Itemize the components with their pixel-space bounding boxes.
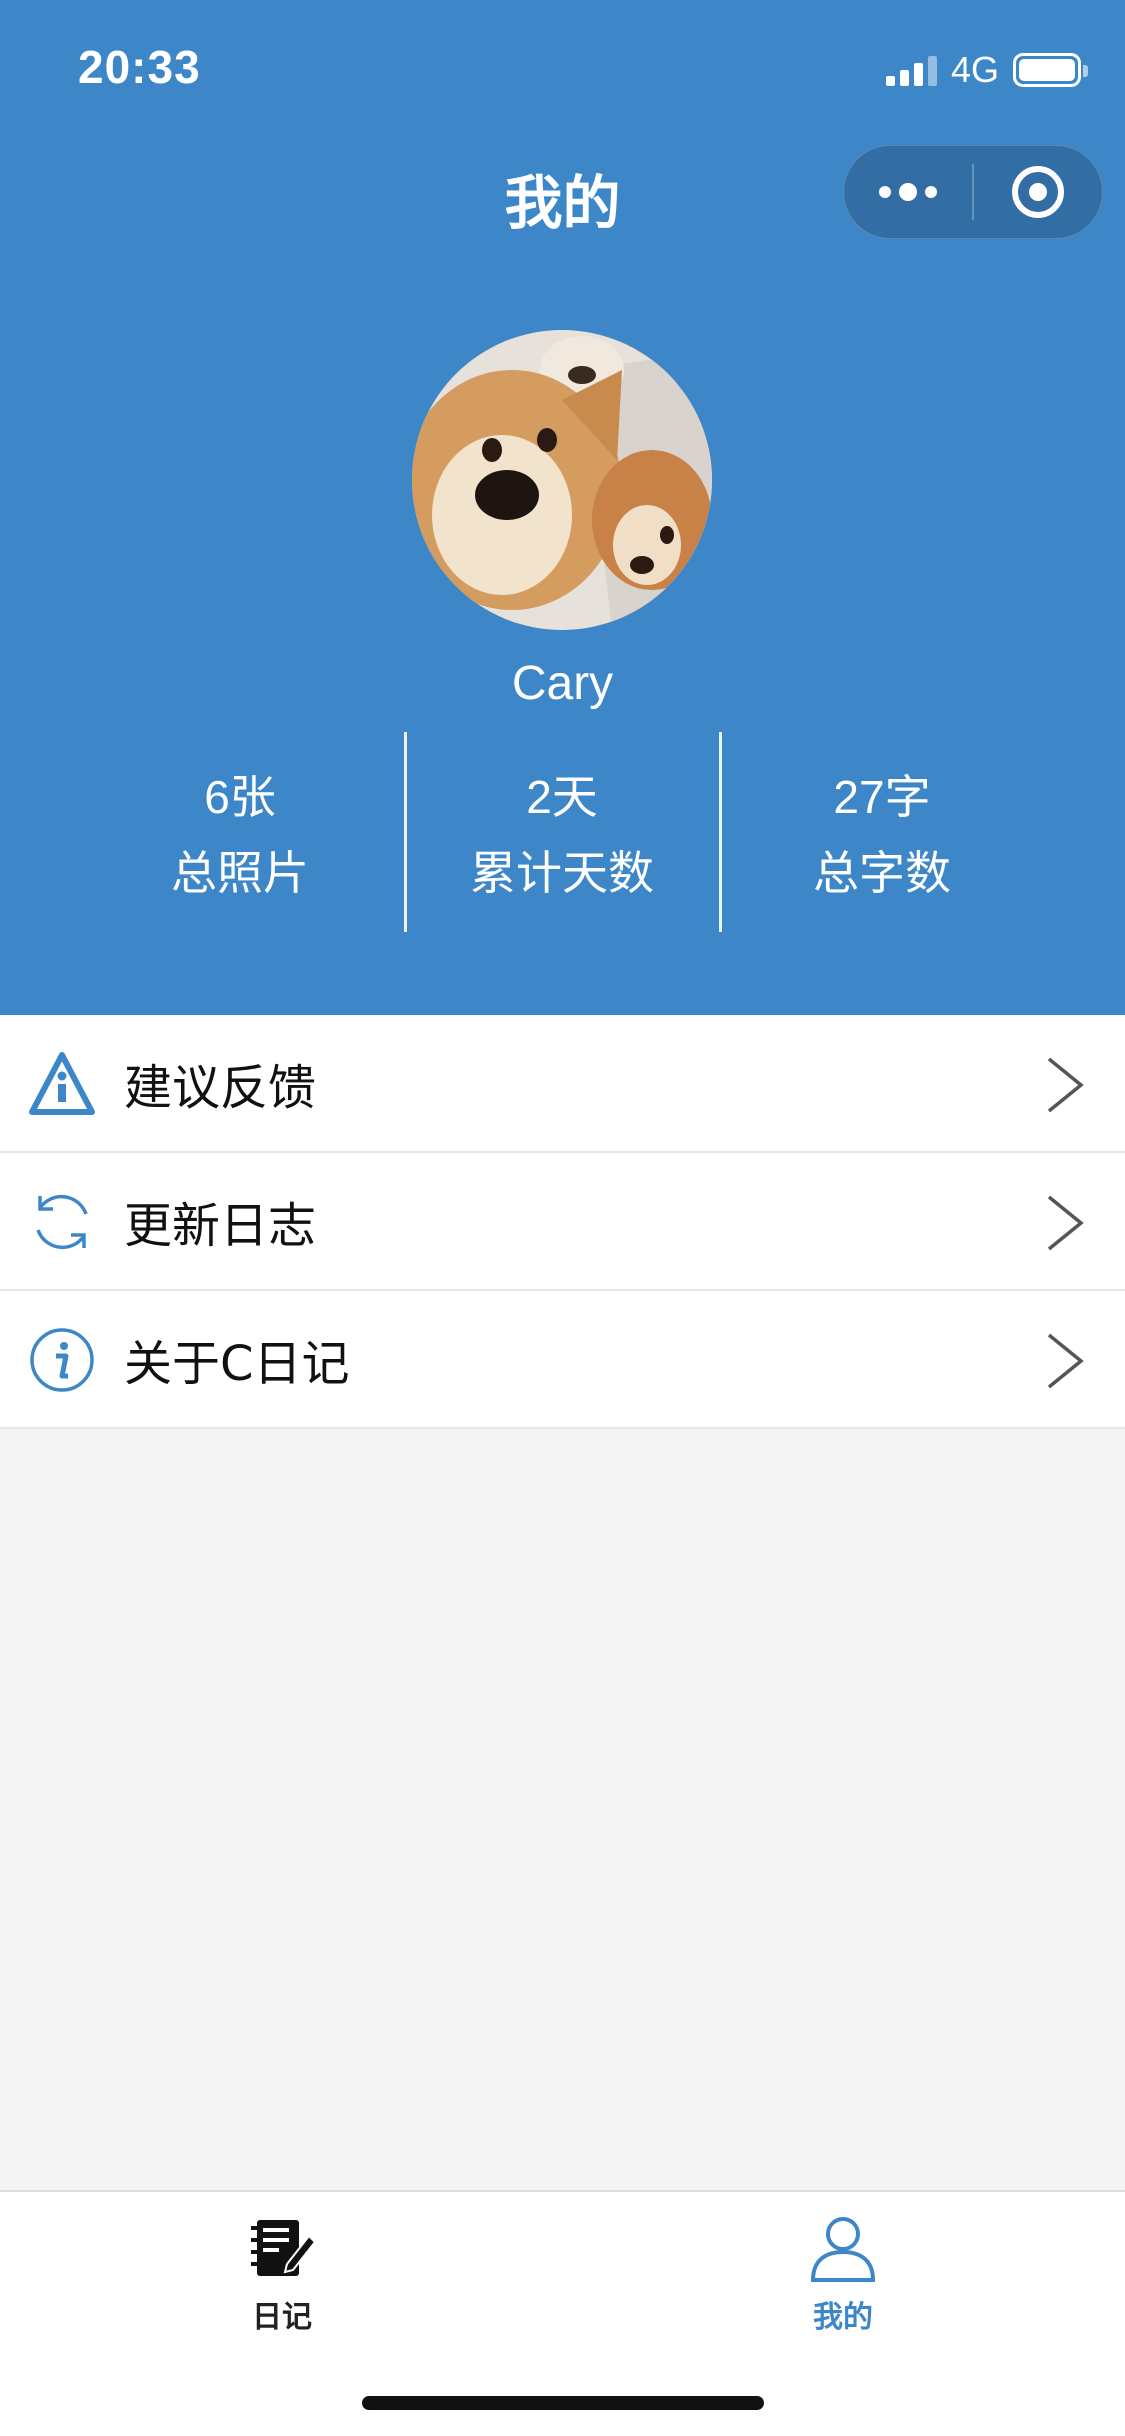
target-icon (1012, 166, 1064, 218)
more-dots-icon (879, 183, 937, 201)
menu-item-label: 关于C日记 (124, 1336, 350, 1392)
tab-label: 我的 (813, 2300, 873, 2335)
tab-diary[interactable]: 日记 (152, 2204, 412, 2344)
stat-days: 2天 累计天数 (407, 732, 717, 932)
shiba-dog-photo (412, 330, 712, 630)
menu-item-feedback[interactable]: 建议反馈 (0, 1015, 1125, 1153)
menu-item-changelog[interactable]: 更新日志 (0, 1153, 1125, 1291)
close-miniprogram-button[interactable] (974, 146, 1102, 238)
stat-value: 2天 (526, 771, 598, 823)
chevron-right-icon (1047, 1333, 1084, 1389)
stats-row: 6张 总照片 2天 累计天数 27字 总字数 (0, 732, 1125, 932)
tab-mine[interactable]: 我的 (713, 2204, 973, 2344)
avatar[interactable] (412, 330, 712, 630)
chevron-right-icon (1047, 1195, 1084, 1251)
stat-label: 总照片 (171, 846, 309, 900)
miniprogram-capsule (843, 145, 1103, 239)
stat-words: 27字 总字数 (722, 732, 1042, 932)
stat-value: 6张 (204, 771, 276, 823)
more-button[interactable] (844, 146, 972, 238)
profile-header: 20:33 4G 我的 Cary 6张 总照片 2天 累计天数 27字 总字数 (0, 0, 1125, 1015)
status-indicators: 4G (885, 48, 1088, 92)
stat-photos: 6张 总照片 (80, 732, 400, 932)
refresh-icon (36, 1194, 88, 1250)
tab-label: 日记 (252, 2300, 312, 2335)
status-time: 20:33 (78, 41, 201, 93)
menu-item-about[interactable]: 关于C日记 (0, 1291, 1125, 1429)
stat-label: 累计天数 (470, 846, 654, 900)
settings-menu: 建议反馈 更新日志 关于C日记 (0, 1015, 1125, 1429)
warning-triangle-icon (29, 1052, 95, 1115)
network-type: 4G (950, 49, 999, 90)
info-icon (30, 1328, 94, 1392)
username: Cary (511, 657, 614, 710)
chevron-right-icon (1047, 1057, 1084, 1113)
home-indicator (362, 2396, 764, 2410)
menu-item-label: 建议反馈 (124, 1060, 317, 1116)
user-icon (810, 2217, 876, 2282)
stat-label: 总字数 (813, 846, 951, 900)
menu-item-label: 更新日志 (124, 1198, 317, 1254)
diary-edit-icon (251, 2220, 317, 2276)
screen: 20:33 4G 我的 Cary 6张 总照片 2天 累计天数 27字 总字数 … (0, 0, 1125, 2436)
signal-icon (885, 54, 937, 86)
battery-icon (1013, 53, 1088, 87)
stat-value: 27字 (833, 771, 931, 823)
